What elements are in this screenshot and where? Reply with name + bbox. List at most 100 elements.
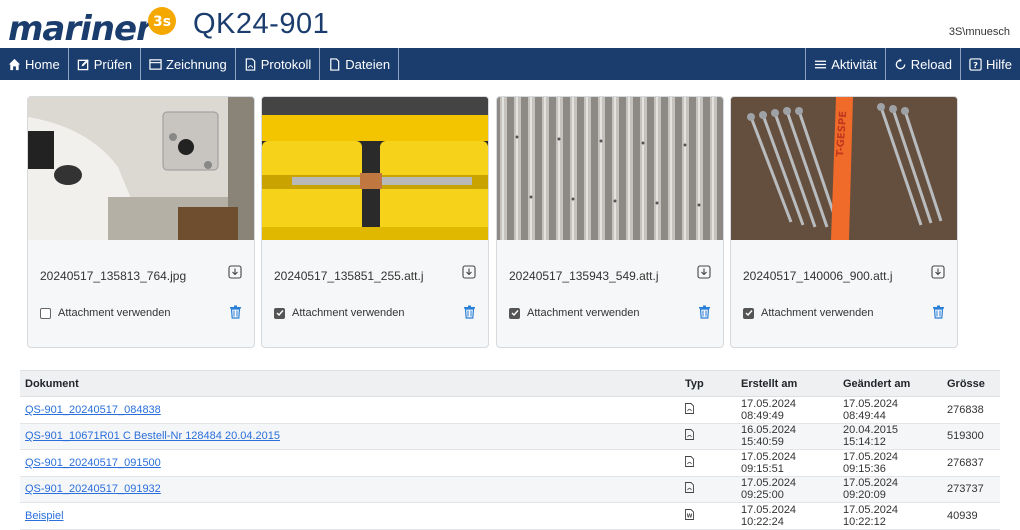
attachment-filename: 20240517_140006_900.att.j (743, 269, 893, 283)
file-icon (330, 57, 340, 71)
column-header-groesse[interactable]: Grösse (942, 370, 1000, 397)
nav-pruefen[interactable]: Prüfen (69, 48, 141, 80)
checkbox-label: Attachment verwenden (292, 307, 405, 319)
created-date: 17.05.2024 09:25:00 (736, 476, 838, 503)
modified-date: 20.04.2015 15:14:12 (838, 423, 942, 450)
created-date: 17.05.2024 09:15:51 (736, 449, 838, 477)
trash-icon[interactable] (698, 305, 711, 319)
attachment-thumbnail[interactable] (262, 97, 488, 240)
nav-home-label: Home (25, 56, 60, 72)
pdf-file-icon (685, 482, 694, 494)
modified-date: 17.05.2024 09:15:36 (838, 449, 942, 477)
svg-text:W: W (687, 513, 693, 519)
file-size: 276837 (942, 449, 1000, 477)
attachment-use-checkbox[interactable]: Attachment verwenden (509, 307, 640, 319)
trash-icon[interactable] (229, 305, 242, 319)
attachment-use-checkbox[interactable]: Attachment verwenden (743, 307, 874, 319)
nav-protokoll[interactable]: Protokoll (236, 48, 321, 80)
download-icon[interactable] (462, 265, 476, 279)
download-icon[interactable] (228, 265, 242, 279)
column-header-typ[interactable]: Typ (680, 370, 736, 397)
attachment-use-checkbox[interactable]: Attachment verwenden (40, 307, 171, 319)
document-link[interactable]: Beispiel (25, 510, 64, 522)
download-icon[interactable] (697, 265, 711, 279)
table-row: QS-901_10671R01 C Bestell-Nr 128484 20.0… (20, 423, 1000, 450)
nav-right-group: Aktivität Reload ? Hilfe (805, 48, 1020, 80)
nav-reload[interactable]: Reload (884, 48, 960, 80)
app-header: mariner 3s QK24-901 3S\mnuesch (0, 0, 1020, 49)
nav-aktivitaet-label: Aktivität (831, 56, 877, 72)
nav-zeichnung[interactable]: Zeichnung (141, 48, 236, 80)
document-link[interactable]: QS-901_20240517_091932 (25, 483, 161, 495)
help-icon: ? (969, 57, 982, 71)
nav-dateien-label: Dateien (345, 56, 391, 72)
nav-pruefen-label: Prüfen (93, 56, 132, 72)
nav-hilfe[interactable]: ? Hilfe (959, 48, 1020, 80)
created-date: 17.05.2024 08:49:49 (736, 396, 838, 424)
pdf-file-icon (685, 455, 694, 467)
table-row: QS-901_20240517_091932 17.05.2024 09:25:… (20, 476, 1000, 503)
pdf-file-icon (685, 429, 694, 441)
created-date: 17.05.2024 10:22:24 (736, 502, 838, 530)
menu-icon (815, 60, 827, 68)
current-user: 3S\mnuesch (948, 26, 1010, 38)
attachment-thumbnail[interactable]: T-GESPE (731, 97, 957, 240)
modified-date: 17.05.2024 08:49:44 (838, 396, 942, 424)
attachment-card: 20240517_135813_764.jpg Attachment verwe… (27, 96, 255, 348)
table-row: QS-901_20240517_084838 17.05.2024 08:49:… (20, 396, 1000, 424)
svg-text:?: ? (973, 59, 978, 69)
checkbox-label: Attachment verwenden (761, 307, 874, 319)
checkbox-checked-icon[interactable] (509, 307, 520, 319)
reload-icon (895, 57, 906, 69)
home-icon (8, 58, 21, 70)
logo-badge-icon: 3s (148, 7, 176, 35)
download-icon[interactable] (931, 265, 945, 279)
edit-icon (77, 58, 89, 70)
logo-wordmark: mariner (8, 9, 153, 49)
table-row: Beispiel W 17.05.2024 10:22:24 17.05.202… (20, 502, 1000, 530)
modified-date: 17.05.2024 09:20:09 (838, 476, 942, 503)
column-header-erstellt[interactable]: Erstellt am (736, 370, 838, 397)
column-header-geaendert[interactable]: Geändert am (838, 370, 942, 397)
drawing-icon (149, 58, 162, 70)
svg-text:3s: 3s (153, 14, 171, 30)
attachment-card: T-GESPE 20240517_140006_900.att.j Attach… (730, 96, 958, 348)
nav-zeichnung-label: Zeichnung (166, 56, 227, 72)
document-link[interactable]: QS-901_20240517_084838 (25, 404, 161, 416)
attachment-filename: 20240517_135813_764.jpg (40, 269, 187, 283)
file-size: 276838 (942, 396, 1000, 424)
pdf-file-icon (245, 57, 256, 71)
modified-date: 17.05.2024 10:22:12 (838, 502, 942, 530)
checkbox-checked-icon[interactable] (274, 307, 285, 319)
checkbox-label: Attachment verwenden (58, 307, 171, 319)
checkbox-checked-icon[interactable] (743, 307, 754, 319)
file-size: 40939 (942, 502, 1000, 530)
nav-protokoll-label: Protokoll (260, 56, 312, 72)
attachment-thumbnail[interactable] (497, 97, 723, 240)
attachment-filename: 20240517_135851_255.att.j (274, 269, 424, 283)
nav-dateien[interactable]: Dateien (320, 48, 400, 80)
checkbox-unchecked-icon[interactable] (40, 307, 51, 319)
nav-hilfe-label: Hilfe (985, 56, 1012, 72)
nav-aktivitaet[interactable]: Aktivität (805, 48, 885, 80)
nav-reload-label: Reload (910, 56, 952, 72)
attachment-card: 20240517_135943_549.att.j Attachment ver… (496, 96, 724, 348)
word-file-icon: W (685, 508, 694, 520)
checkbox-label: Attachment verwenden (527, 307, 640, 319)
file-size: 273737 (942, 476, 1000, 503)
attachment-use-checkbox[interactable]: Attachment verwenden (274, 307, 405, 319)
documents-table: Dokument Typ Erstellt am Geändert am Grö… (20, 370, 1000, 530)
document-link[interactable]: QS-901_20240517_091500 (25, 457, 161, 469)
attachment-thumbnail[interactable] (28, 97, 254, 240)
main-navbar: Home Prüfen Zeichnung Protokoll Dateien … (0, 48, 1020, 80)
table-header-row: Dokument Typ Erstellt am Geändert am Grö… (20, 370, 1000, 397)
nav-home[interactable]: Home (0, 48, 69, 80)
trash-icon[interactable] (463, 305, 476, 319)
file-size: 519300 (942, 423, 1000, 450)
attachment-card: 20240517_135851_255.att.j Attachment ver… (261, 96, 489, 348)
trash-icon[interactable] (932, 305, 945, 319)
column-header-dokument[interactable]: Dokument (20, 370, 680, 397)
attachment-filename: 20240517_135943_549.att.j (509, 269, 659, 283)
document-link[interactable]: QS-901_10671R01 C Bestell-Nr 128484 20.0… (25, 430, 280, 442)
